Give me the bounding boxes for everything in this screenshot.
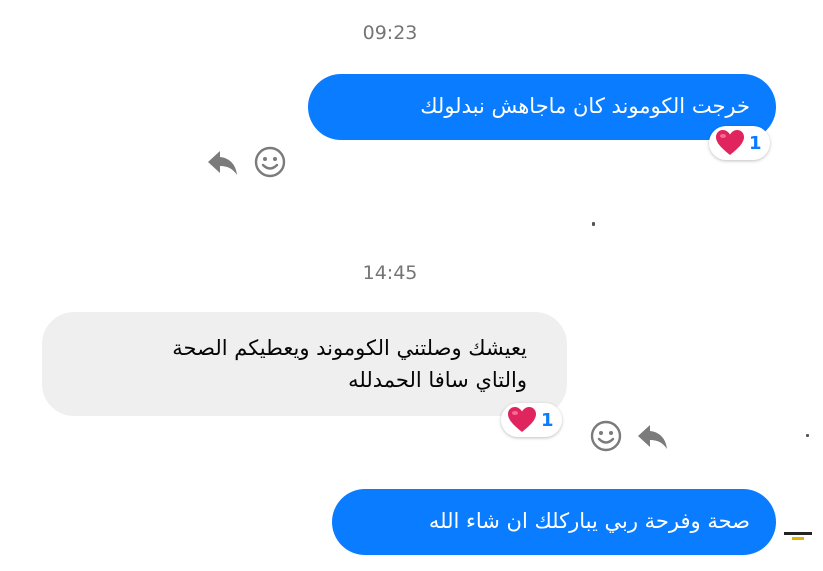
emoji-react-icon[interactable] [588, 418, 624, 454]
seen-avatar-icon [784, 532, 812, 540]
divider [806, 434, 809, 437]
emoji-react-icon[interactable] [252, 144, 288, 180]
reaction-badge[interactable]: 1 [501, 403, 562, 437]
divider [592, 222, 595, 226]
message-text-line: يعيشك وصلتني الكوموند ويعطيكم الصحة [172, 336, 527, 360]
heart-icon [716, 130, 744, 155]
message-text-line: والتاي سافا الحمدلله [348, 368, 527, 392]
timestamp: 09:23 [362, 22, 418, 44]
message-bubble-outgoing[interactable]: خرجت الكوموند كان ماجاهش نبدلولك [308, 74, 776, 140]
message-bubble-outgoing[interactable]: صحة وفرحة ربي يباركلك ان شاء الله [332, 489, 776, 555]
message-text: صحة وفرحة ربي يباركلك ان شاء الله [428, 509, 750, 533]
message-text: خرجت الكوموند كان ماجاهش نبدلولك [420, 94, 750, 118]
heart-icon [508, 407, 536, 432]
reaction-badge[interactable]: 1 [709, 126, 770, 160]
reply-icon[interactable] [634, 418, 670, 454]
message-bubble-incoming[interactable]: يعيشك وصلتني الكوموند ويعطيكم الصحة والت… [42, 312, 567, 416]
reply-icon[interactable] [204, 144, 240, 180]
reaction-count: 1 [749, 132, 762, 154]
timestamp: 14:45 [362, 262, 418, 284]
reaction-count: 1 [541, 409, 554, 431]
